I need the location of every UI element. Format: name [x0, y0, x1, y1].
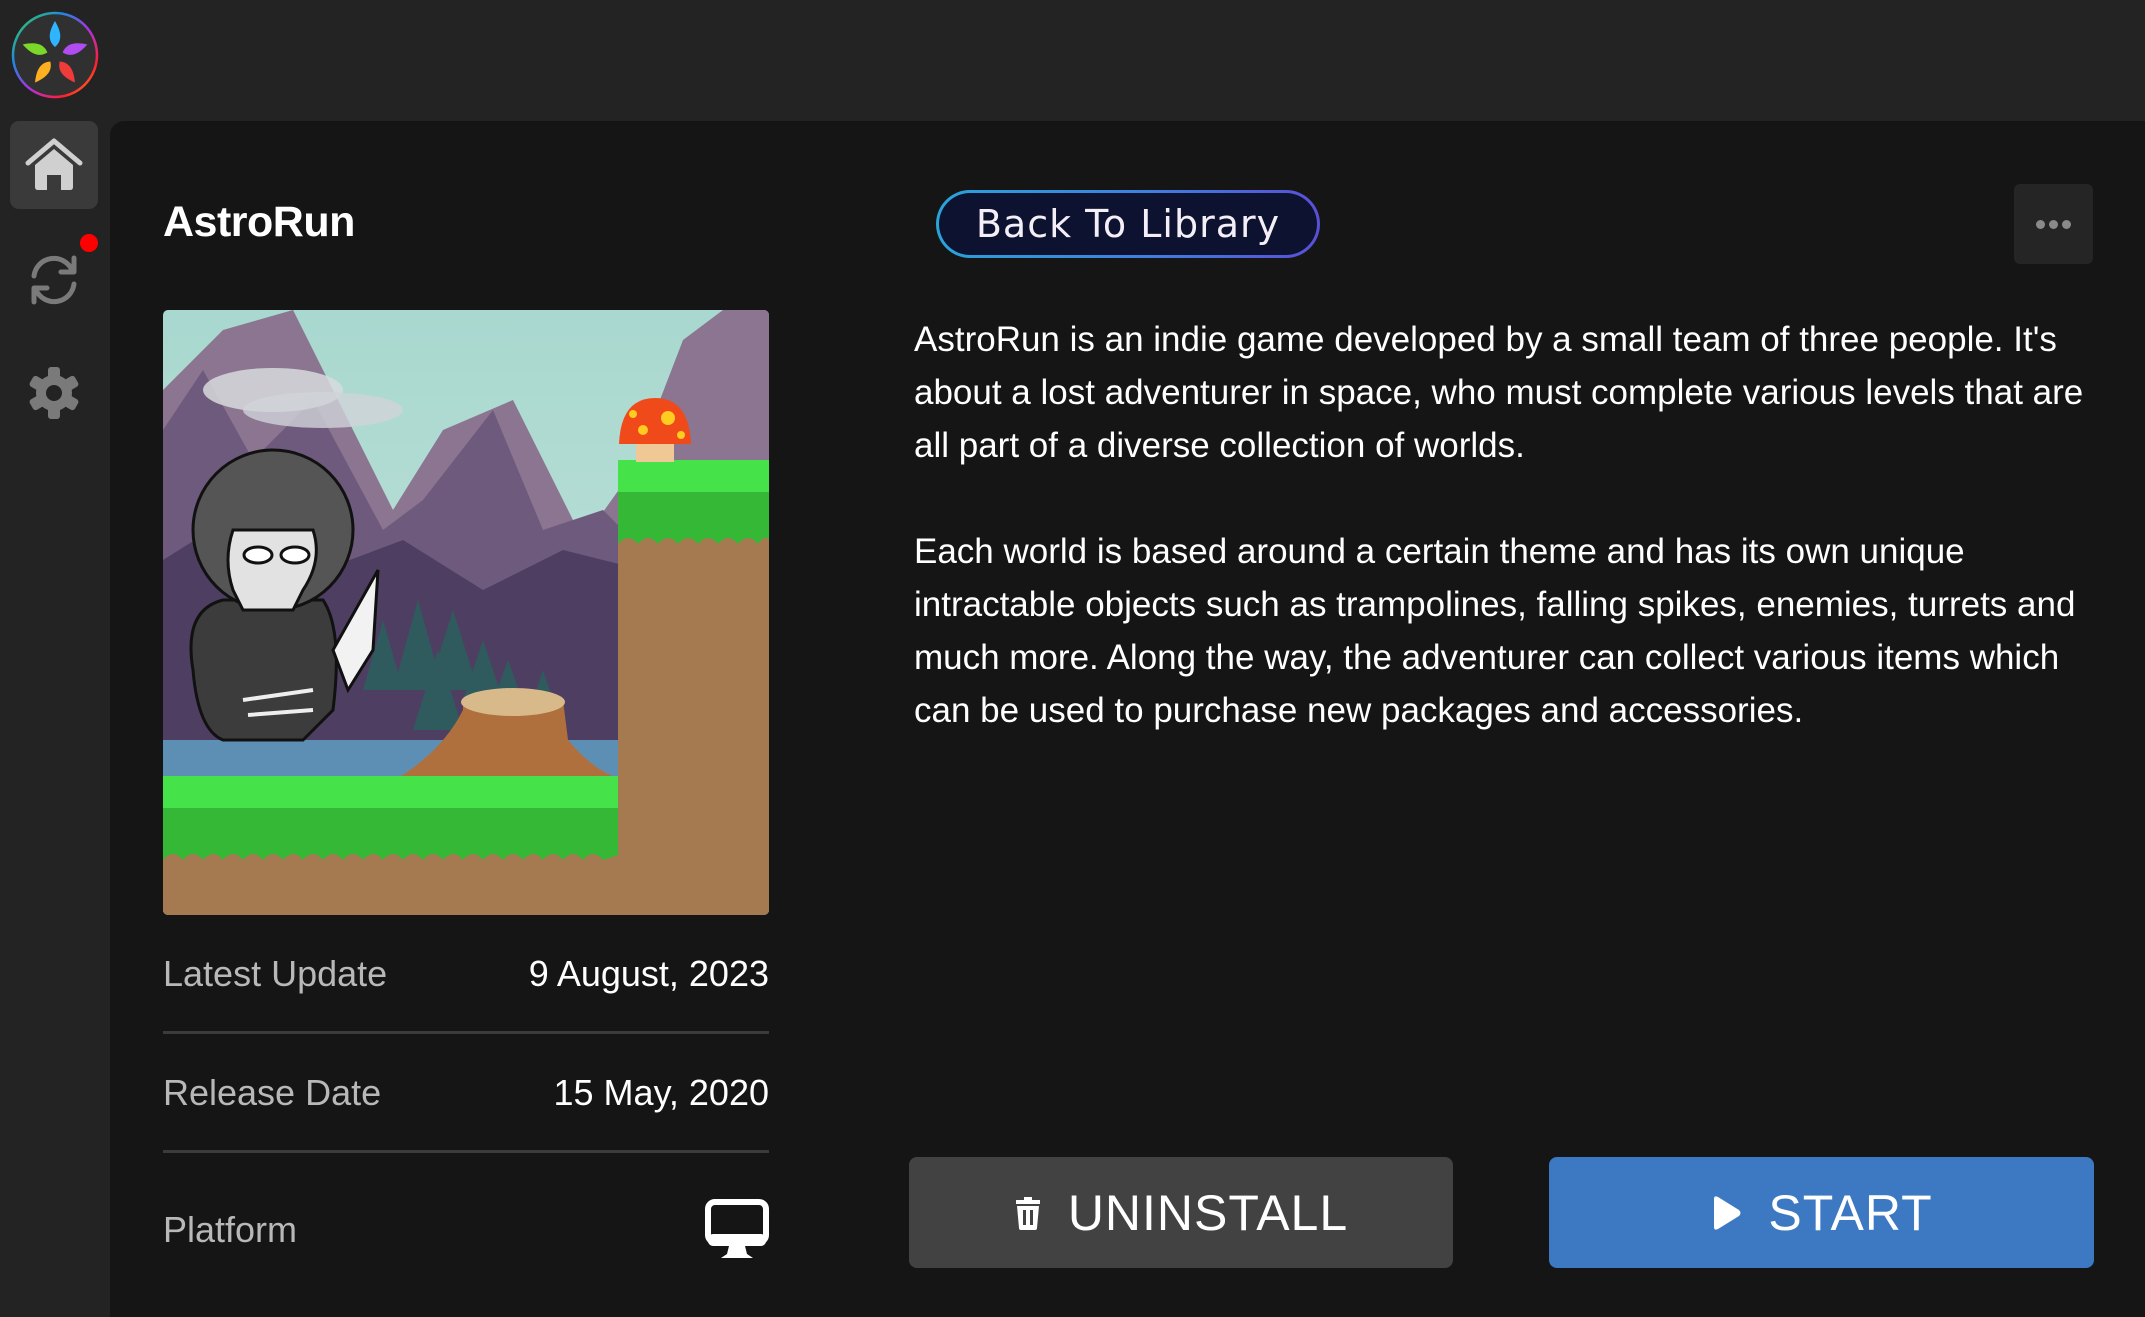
start-button[interactable]: START — [1549, 1157, 2094, 1268]
more-options-button[interactable] — [2014, 184, 2093, 264]
sidebar-item-settings[interactable] — [10, 349, 98, 437]
trash-icon — [1015, 1196, 1040, 1230]
divider — [163, 1150, 769, 1153]
description-paragraph: AstroRun is an indie game developed by a… — [914, 320, 2084, 465]
sidebar-item-home[interactable] — [10, 121, 98, 209]
detail-row-platform: Platform — [163, 1198, 769, 1262]
app-logo — [11, 11, 99, 99]
desktop-monitor-icon — [705, 1199, 769, 1258]
play-icon — [1714, 1195, 1741, 1230]
ellipsis-icon — [2049, 219, 2058, 229]
ellipsis-icon — [2062, 219, 2071, 229]
detail-label: Latest Update — [163, 953, 388, 994]
sync-icon — [31, 255, 77, 305]
detail-row-release-date: Release Date 15 May, 2020 — [163, 1063, 769, 1123]
start-label: START — [1768, 1184, 1933, 1241]
game-description: AstroRun is an indie game developed by a… — [914, 313, 2094, 790]
detail-label: Platform — [163, 1209, 298, 1250]
game-cover-image — [163, 310, 769, 915]
detail-row-latest-update: Latest Update 9 August, 2023 — [163, 944, 769, 1004]
uninstall-button[interactable]: UNINSTALL — [909, 1157, 1453, 1268]
game-title: AstroRun — [163, 198, 355, 246]
detail-value: 9 August, 2023 — [528, 953, 769, 994]
description-paragraph: Each world is based around a certain the… — [914, 532, 2076, 730]
back-to-library-label: Back To Library — [939, 193, 1317, 255]
ellipsis-icon — [2036, 219, 2045, 229]
notification-dot — [80, 234, 98, 252]
uninstall-label: UNINSTALL — [1067, 1184, 1349, 1241]
detail-value: 15 May, 2020 — [553, 1072, 769, 1113]
gear-icon — [29, 367, 79, 419]
detail-label: Release Date — [163, 1072, 382, 1113]
home-icon — [25, 138, 83, 190]
back-to-library-button[interactable]: Back To Library — [936, 190, 1320, 258]
divider — [163, 1031, 769, 1034]
